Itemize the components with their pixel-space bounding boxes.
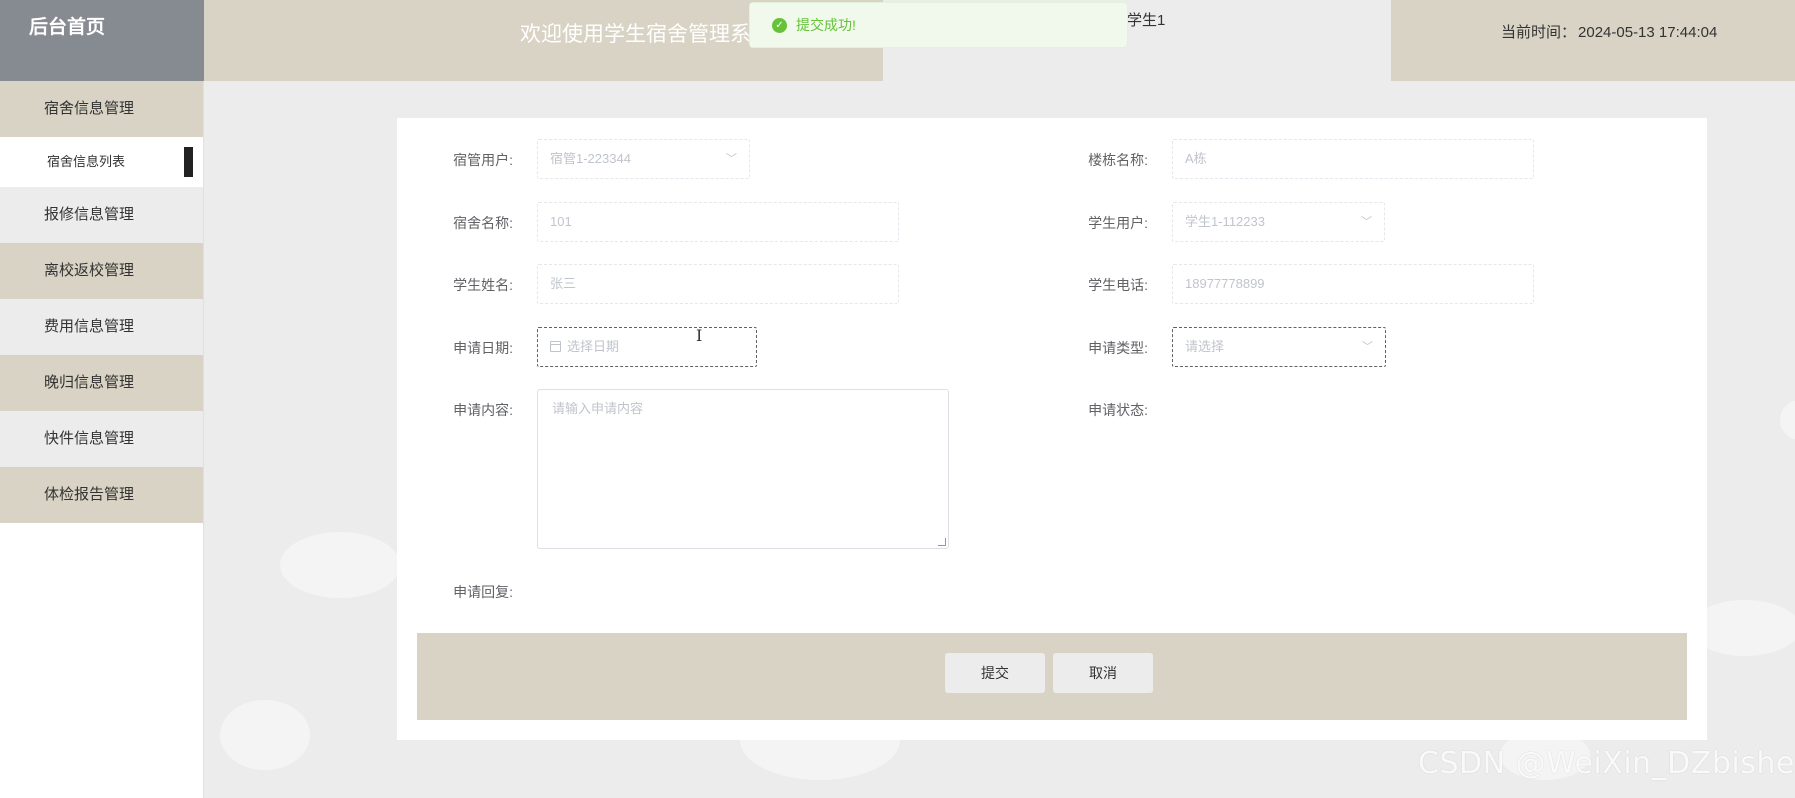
building-value: A栋 [1185, 151, 1207, 166]
building-input[interactable]: A栋 [1172, 139, 1534, 179]
sidebar-item-label: 晚归信息管理 [44, 374, 135, 391]
student-phone-value: 18977778899 [1185, 276, 1265, 291]
current-time: 当前时间： 2024-05-13 17:44:04 [1501, 21, 1717, 42]
check-circle-icon: ✓ [772, 17, 787, 33]
form-button-bar [417, 633, 1687, 720]
dorm-manager-value: 宿管1-223344 [550, 151, 631, 166]
sidebar-item-label: 离校返校管理 [44, 262, 135, 279]
sidebar-item-label: 报修信息管理 [44, 206, 135, 223]
dorm-name-label: 宿舍名称: [453, 215, 513, 231]
time-label: 当前时间： [1501, 24, 1577, 41]
apply-reply-label: 申请回复: [453, 584, 513, 600]
sidebar-item-label: 宿舍信息管理 [44, 100, 135, 117]
watermark: CSDN @WeiXin_DZbishe [1418, 746, 1795, 781]
cancel-button[interactable]: 取消 [1053, 653, 1153, 693]
sidebar-item-repair[interactable]: 报修信息管理 [0, 187, 203, 243]
sidebar-item-fees[interactable]: 费用信息管理 [0, 299, 203, 355]
logo-text: 后台首页 [29, 17, 106, 38]
student-user-select[interactable]: 学生1-112233 ﹀ [1172, 202, 1385, 242]
time-value: 2024-05-13 17:44:04 [1578, 24, 1718, 41]
apply-content-placeholder: 请输入申请内容 [552, 401, 644, 416]
chevron-down-icon: ﹀ [726, 153, 737, 165]
active-indicator [184, 147, 193, 177]
sidebar: 宿舍信息管理 宿舍信息列表 报修信息管理 离校返校管理 费用信息管理 晚归信息管… [0, 81, 204, 798]
apply-type-select[interactable]: 请选择 ﹀ [1172, 327, 1386, 367]
text-cursor-icon: I [696, 326, 703, 345]
sidebar-subitem-dorm-list[interactable]: 宿舍信息列表 [0, 137, 203, 187]
dorm-manager-label: 宿管用户: [453, 152, 513, 168]
apply-date-picker[interactable]: 选择日期 [537, 327, 757, 367]
dorm-name-input[interactable]: 101 [537, 202, 899, 242]
sidebar-item-late-return[interactable]: 晚归信息管理 [0, 355, 203, 411]
dorm-name-value: 101 [550, 214, 572, 229]
student-name-label: 学生姓名: [453, 277, 513, 293]
apply-content-textarea[interactable]: 请输入申请内容 [537, 389, 949, 549]
sidebar-item-health-report[interactable]: 体检报告管理 [0, 467, 203, 523]
apply-content-label: 申请内容: [453, 402, 513, 418]
sidebar-item-label: 快件信息管理 [44, 430, 135, 447]
chevron-down-icon: ﹀ [1361, 216, 1372, 228]
student-user-label: 学生用户: [1088, 215, 1148, 231]
student-name-input[interactable]: 张三 [537, 264, 899, 304]
building-label: 楼栋名称: [1088, 152, 1148, 168]
home-logo[interactable]: 后台首页 [0, 0, 204, 81]
apply-type-label: 申请类型: [1088, 340, 1148, 356]
sidebar-item-label: 宿舍信息列表 [47, 154, 126, 169]
dorm-manager-select[interactable]: 宿管1-223344 ﹀ [537, 139, 750, 179]
apply-status-label: 申请状态: [1088, 402, 1148, 418]
toast-message: 提交成功! [796, 17, 856, 33]
user-name: 学生1 [1127, 12, 1166, 29]
student-phone-label: 学生电话: [1088, 277, 1148, 293]
apply-date-label: 申请日期: [453, 340, 513, 356]
apply-type-placeholder: 请选择 [1185, 339, 1225, 354]
sidebar-item-label: 费用信息管理 [44, 318, 135, 335]
chevron-down-icon: ﹀ [1362, 341, 1373, 353]
background-bubble [280, 532, 400, 598]
sidebar-item-parcels[interactable]: 快件信息管理 [0, 411, 203, 467]
background-bubble [220, 700, 310, 770]
apply-date-placeholder: 选择日期 [567, 339, 620, 354]
resize-handle-icon[interactable] [938, 538, 946, 546]
sidebar-item-dorm-info[interactable]: 宿舍信息管理 [0, 81, 203, 137]
success-toast: ✓ 提交成功! [749, 2, 1128, 48]
submit-button[interactable]: 提交 [945, 653, 1045, 693]
sidebar-item-leave-return[interactable]: 离校返校管理 [0, 243, 203, 299]
background-bubble [1780, 400, 1795, 440]
student-phone-input[interactable]: 18977778899 [1172, 264, 1534, 304]
student-name-value: 张三 [550, 276, 577, 291]
student-user-value: 学生1-112233 [1185, 214, 1265, 229]
sidebar-item-label: 体检报告管理 [44, 486, 135, 503]
calendar-icon [550, 341, 561, 352]
